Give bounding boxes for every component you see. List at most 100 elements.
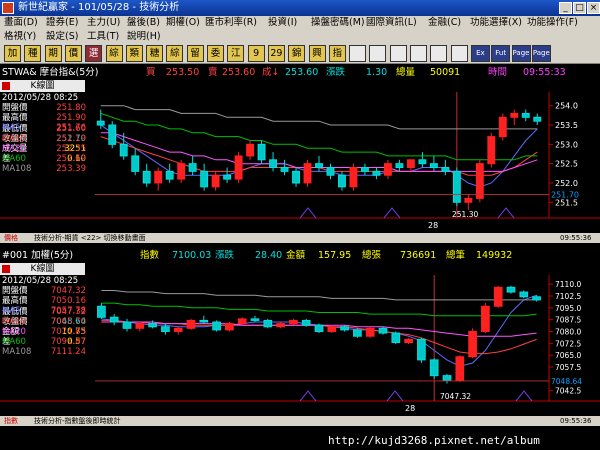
toolbar-monitor-icon[interactable]: [450, 45, 468, 62]
toolbar-screen-icon[interactable]: [430, 45, 448, 62]
menu-item-3[interactable]: 盤後(B): [127, 16, 160, 30]
maximize-icon[interactable]: □: [573, 2, 586, 14]
ma-label: MA108: [2, 347, 32, 358]
panel2-status-time: 09:55:36: [560, 417, 592, 425]
toolbar-ex-icon[interactable]: Ex: [470, 45, 490, 62]
menu-item-6[interactable]: 投資(I): [268, 16, 297, 30]
menu-item-10[interactable]: 功能選擇(X): [470, 16, 522, 30]
candle-body: [173, 327, 183, 332]
toolbar-price-icon[interactable]: 價: [64, 45, 82, 62]
y-tick-label: 252.0: [555, 179, 578, 188]
panel1-sell-label: 賣: [208, 67, 218, 78]
panel1-chart-label[interactable]: K線圖: [0, 80, 85, 92]
chart-type-icon: [2, 265, 10, 273]
panel1-ma-row: MA10 252.19: [2, 134, 86, 144]
low-annotation: 7047.32: [440, 392, 471, 401]
menu-item-row2-3[interactable]: 說明(H): [127, 30, 161, 44]
y-tick-label: 7042.5: [555, 387, 581, 396]
high-annotation: 254.10: [92, 92, 118, 93]
panel2-symbol[interactable]: #001 加權(5分): [2, 249, 73, 263]
menu-item-row2-2[interactable]: 工具(T): [87, 30, 119, 44]
candle-body: [442, 375, 452, 381]
chart-type-icon: [2, 82, 10, 90]
panel1-symbol[interactable]: STWA& 摩台指&(5分): [2, 66, 99, 80]
toolbar-order-icon[interactable]: 委: [207, 45, 224, 62]
close-icon[interactable]: ×: [587, 2, 600, 14]
toolbar-nine-icon[interactable]: 9: [247, 45, 265, 62]
candle-body: [246, 143, 255, 157]
panel1-sell-value: 253.60: [222, 67, 256, 78]
candle-body: [276, 323, 285, 328]
toolbar-overview-icon[interactable]: 綜: [105, 45, 123, 62]
panel2-stat-row: 開盤價 7047.32: [2, 286, 86, 296]
candle-body: [96, 120, 105, 126]
panel2-status-text: 技術分析-指數盤後即時統計: [34, 417, 121, 425]
menu-item-1[interactable]: 證券(E): [46, 16, 78, 30]
toolbar-select-icon[interactable]: 選: [85, 45, 103, 62]
panel2-chart-label[interactable]: K線圖: [0, 263, 85, 275]
toolbar-prosper-icon[interactable]: 興: [308, 45, 326, 62]
panel2-status-bar: 指數 技術分析-指數盤後即時統計 09:55:36: [0, 416, 600, 426]
panel2-candlestick-chart[interactable]: 7110.0 7102.5 7095.0 7087.5 7080.0 7072.5 7065…: [0, 275, 600, 415]
menu-item-row2-0[interactable]: 格視(Y): [4, 30, 36, 44]
y-tick-label: 253.0: [555, 140, 578, 149]
toolbar-sugar-icon[interactable]: 糖: [146, 45, 164, 62]
app-window: 新世紀贏家 - 101/05/28 - 技術分析 _ □ × 畫面(D) 證券(E…: [0, 0, 600, 450]
candle-body: [510, 112, 519, 118]
toolbar-layout-icon[interactable]: [410, 45, 427, 62]
minimize-icon[interactable]: _: [559, 2, 572, 14]
panel2-ma-row: MA108 7111.24: [2, 347, 86, 357]
toolbar-grid-icon[interactable]: [349, 45, 367, 62]
panel2-datetime: 2012/05/28 08:25: [2, 276, 79, 286]
toolbar-add-icon[interactable]: 加: [4, 45, 21, 62]
toolbar-type-icon[interactable]: 種: [24, 45, 42, 62]
menu-item-0[interactable]: 畫面(D): [4, 16, 38, 30]
ma-label: MA10: [2, 316, 26, 327]
menu-item-8[interactable]: 國際資訊(L): [366, 16, 417, 30]
toolbar-river-icon[interactable]: 江: [227, 45, 245, 62]
toolbar-chart-icon[interactable]: [369, 45, 387, 62]
ma-value: 7065.70: [50, 316, 86, 327]
toolbar-table-icon[interactable]: [389, 45, 407, 62]
y-tick-label: 251.5: [555, 198, 578, 207]
toolbar-twentynine-icon[interactable]: 29: [267, 45, 285, 62]
panel1-candlestick-chart[interactable]: 254.0 253.5 253.0 252.5 252.0 251.5 28 251.70 25…: [0, 92, 600, 232]
ma-value: 7091.87: [50, 336, 86, 347]
candle-body: [165, 170, 174, 180]
stat-label: 開盤價: [2, 103, 28, 114]
toolbar-category-icon[interactable]: 類: [125, 45, 143, 62]
signal-marker: [299, 207, 317, 219]
title-bar: 新世紀贏家 - 101/05/28 - 技術分析 _ □ ×: [0, 0, 600, 16]
menu-item-7[interactable]: 操盤密碼(M): [311, 16, 365, 30]
toolbar-brocade-icon[interactable]: 錦: [288, 45, 306, 62]
toolbar: 加種期價選綜類糖綜留委江 9 29 錦興指 Ex Fut Page Page: [0, 44, 600, 64]
candle-body: [263, 319, 273, 328]
candle-body: [135, 323, 145, 329]
candle-body: [464, 197, 473, 203]
toolbar-hold-icon[interactable]: 留: [186, 45, 204, 62]
toolbar-index-icon[interactable]: 指: [328, 45, 346, 62]
x-tick-label: 28: [428, 221, 438, 230]
toolbar-futures-icon[interactable]: 期: [44, 45, 62, 62]
candle-body: [418, 159, 427, 165]
toolbar-page-up-icon[interactable]: Page: [511, 45, 531, 62]
menu-item-5[interactable]: 匯市利率(R): [205, 16, 257, 30]
menu-item-4[interactable]: 期權(O): [166, 16, 200, 30]
candle-body: [521, 112, 530, 118]
candle-body: [315, 163, 323, 169]
menu-item-2[interactable]: 主力(U): [87, 16, 120, 30]
candle-body: [269, 159, 277, 169]
toolbar-fut-icon[interactable]: Fut: [491, 45, 511, 62]
panel2-ma-row: MA10 7065.70: [2, 317, 86, 327]
candle-body: [303, 163, 312, 184]
menu-item-9[interactable]: 金融(C): [428, 16, 461, 30]
candle-body: [455, 356, 465, 381]
menu-item-11[interactable]: 功能操作(F): [527, 16, 578, 30]
ma-value: 251.76: [56, 123, 86, 134]
toolbar-composite-icon[interactable]: 綜: [166, 45, 184, 62]
menu-item-row2-1[interactable]: 設定(S): [46, 30, 78, 44]
panel1-status-time: 09:55:36: [560, 234, 592, 242]
panel2-volume-value: 736691: [400, 250, 437, 261]
panel2-volume-label: 總張: [362, 250, 382, 261]
toolbar-page-down-icon[interactable]: Page: [531, 45, 551, 62]
